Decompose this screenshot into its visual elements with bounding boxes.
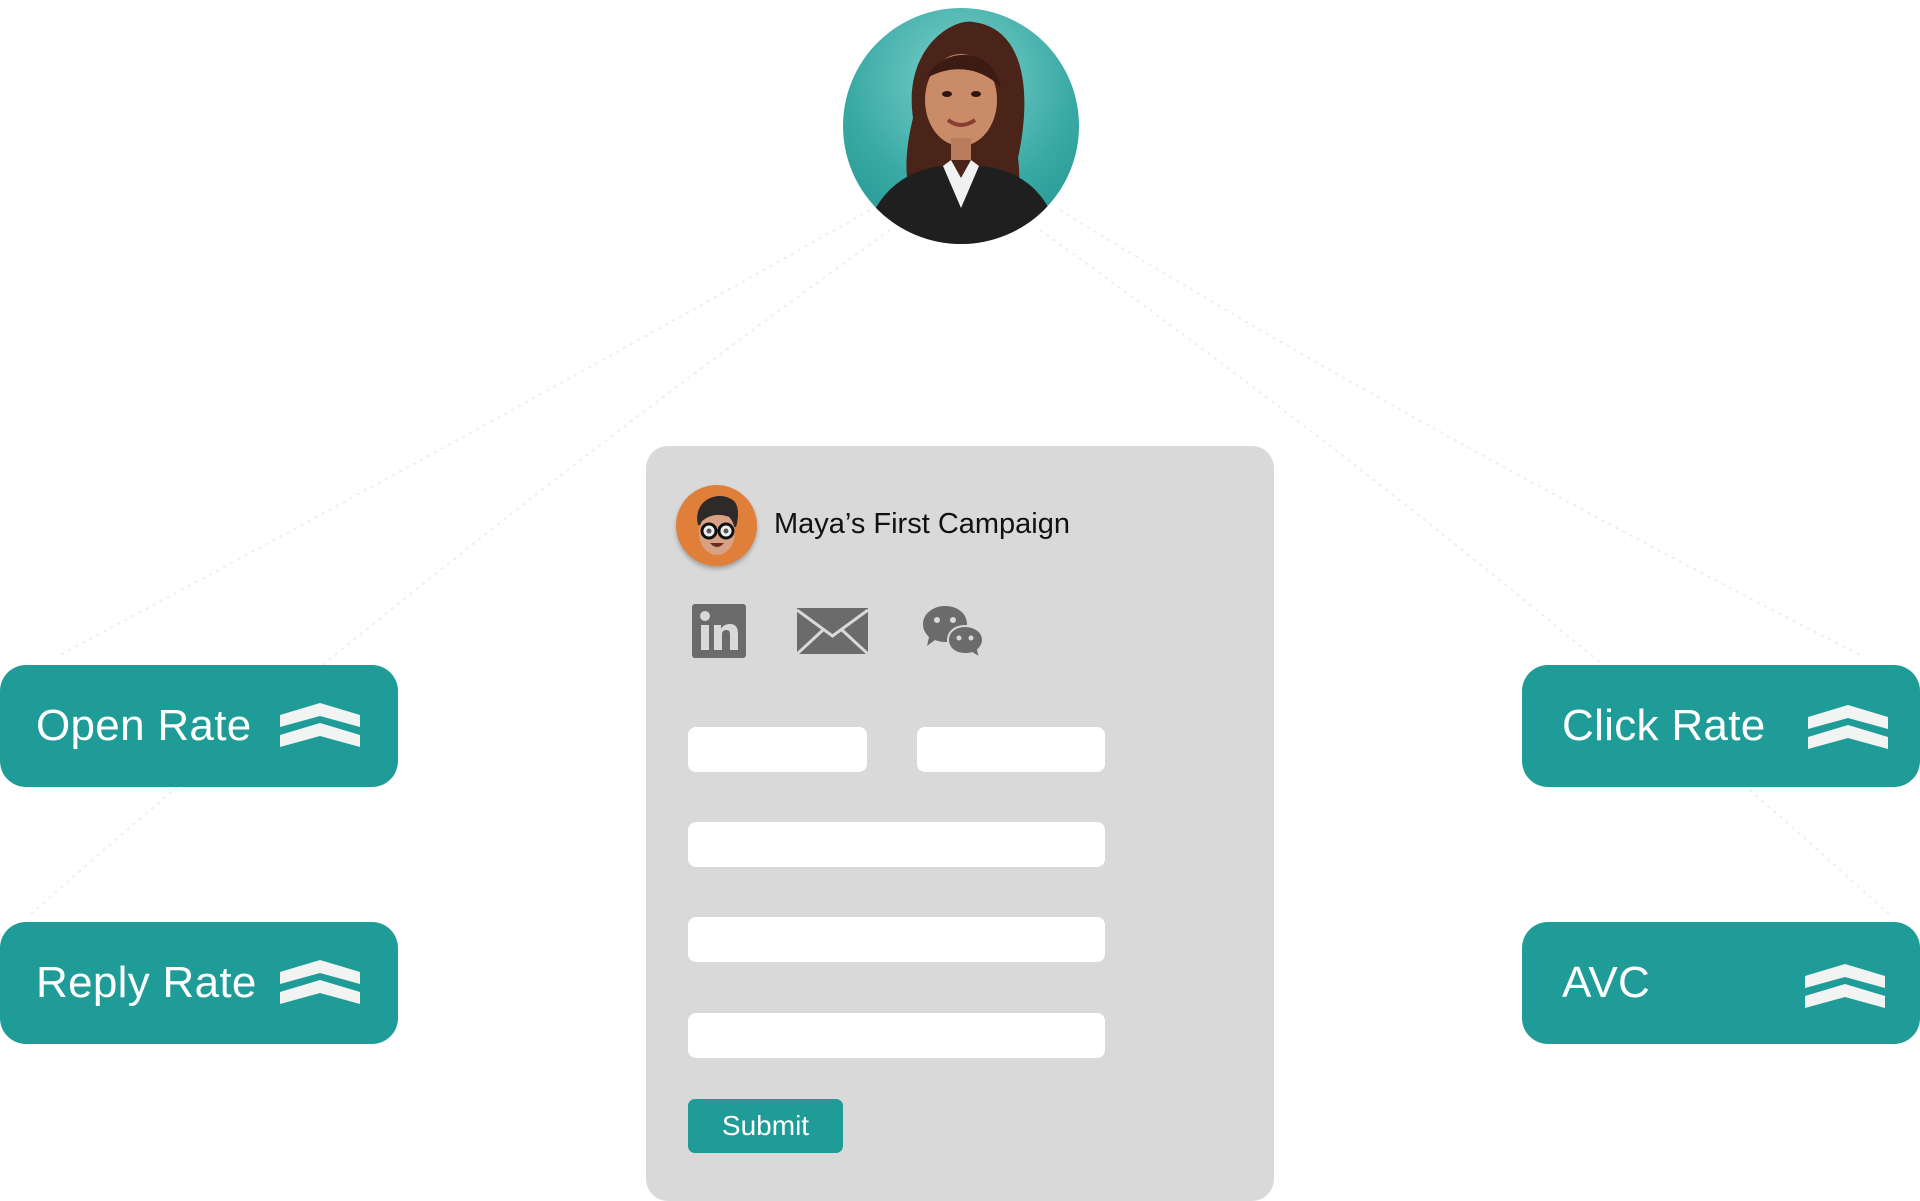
avc-label: AVC bbox=[1562, 958, 1651, 1007]
memoji-face-icon bbox=[697, 495, 738, 555]
wechat-icon[interactable] bbox=[923, 604, 983, 660]
mail-icon[interactable] bbox=[797, 608, 868, 654]
form-field-4-input[interactable] bbox=[688, 917, 1105, 962]
campaign-title: Maya’s First Campaign bbox=[774, 508, 1071, 540]
memoji-avatar bbox=[676, 485, 757, 566]
last-name-input[interactable] bbox=[917, 727, 1105, 772]
double-chevron-up-icon bbox=[1808, 705, 1888, 749]
double-chevron-up-icon bbox=[280, 703, 360, 747]
click-rate-label: Click Rate bbox=[1562, 701, 1766, 750]
double-chevron-up-icon bbox=[280, 960, 360, 1004]
campaign-card: Maya’s First Campaign Submit bbox=[646, 446, 1274, 1201]
double-chevron-up-icon bbox=[1805, 964, 1885, 1008]
first-name-input[interactable] bbox=[688, 727, 867, 772]
reply-rate-button[interactable]: Reply Rate bbox=[0, 922, 398, 1044]
profile-photo bbox=[843, 8, 1079, 244]
reply-rate-label: Reply Rate bbox=[36, 958, 257, 1007]
open-rate-button[interactable]: Open Rate bbox=[0, 665, 398, 787]
form-field-5-input[interactable] bbox=[688, 1013, 1105, 1058]
submit-button[interactable]: Submit bbox=[688, 1099, 843, 1153]
click-rate-button[interactable]: Click Rate bbox=[1522, 665, 1920, 787]
form-field-3-input[interactable] bbox=[688, 822, 1105, 867]
linkedin-icon[interactable] bbox=[692, 604, 746, 658]
person-illustration bbox=[863, 21, 1059, 244]
open-rate-label: Open Rate bbox=[36, 701, 252, 750]
avc-button[interactable]: AVC bbox=[1522, 922, 1920, 1044]
